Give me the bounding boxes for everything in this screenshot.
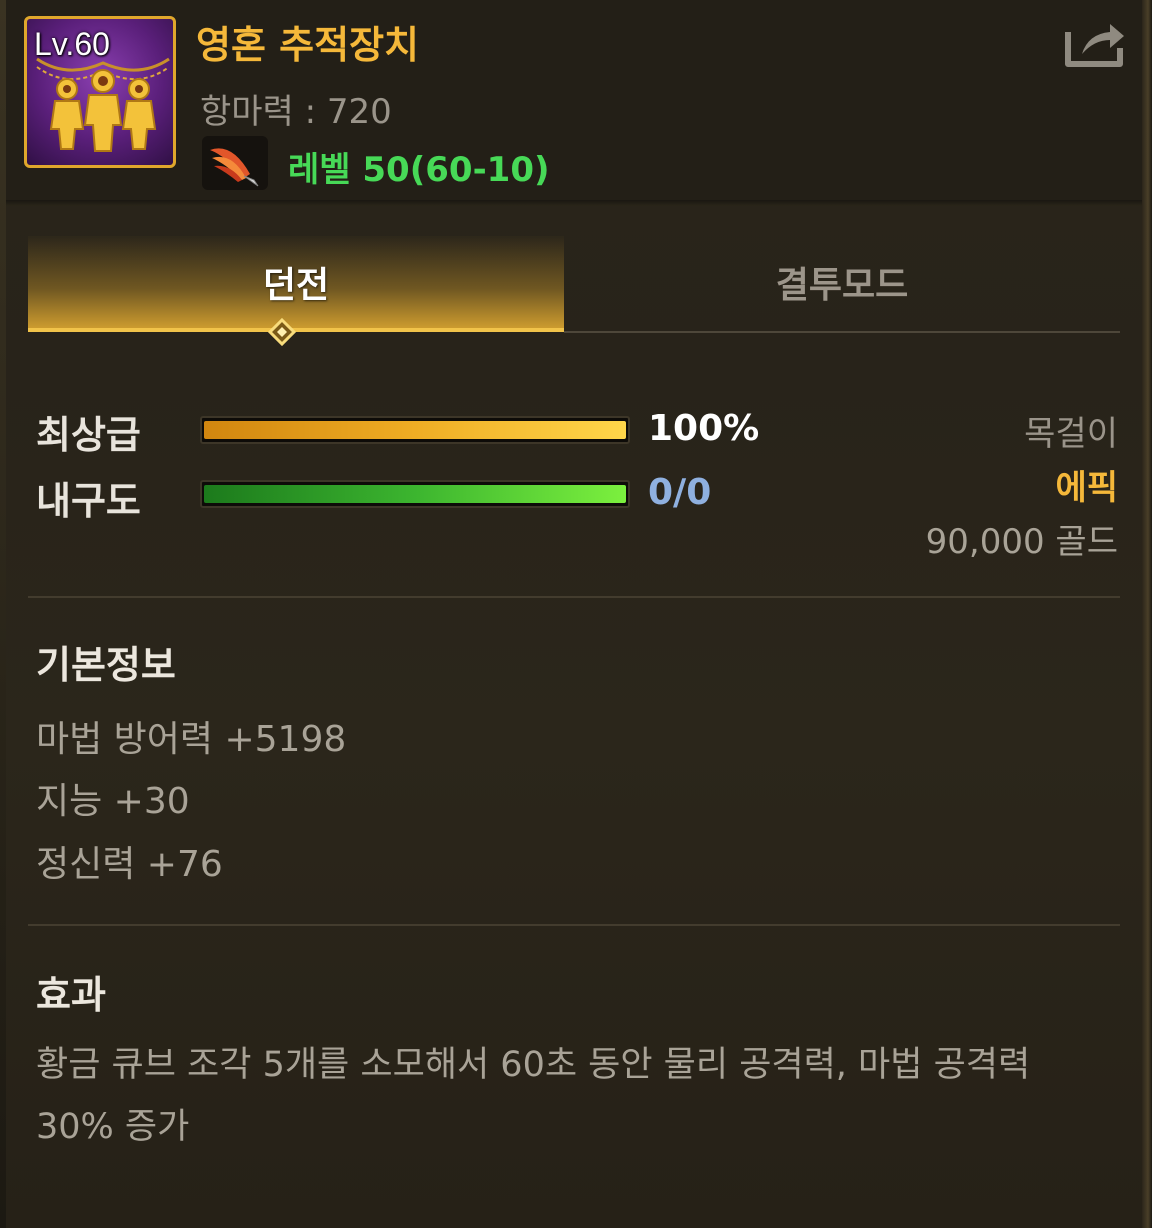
basic-info-line: 지능 +30 xyxy=(36,781,190,822)
grade-bar xyxy=(200,416,630,444)
item-header xyxy=(6,0,1142,200)
basic-info-line: 마법 방어력 +5198 xyxy=(36,719,347,760)
item-rarity: 에픽 xyxy=(1055,468,1118,508)
item-resist: 항마력 : 720 xyxy=(200,92,392,132)
level-requirement: 레벨 50(60-10) xyxy=(288,150,550,190)
basic-info-title: 기본정보 xyxy=(36,643,176,687)
grade-bar-fill xyxy=(204,421,626,439)
diamond-marker-icon xyxy=(267,317,297,347)
grade-label: 최상급 xyxy=(36,413,141,457)
tab-dungeon-underline xyxy=(28,328,564,332)
item-type: 목걸이 xyxy=(1024,414,1118,454)
section-divider xyxy=(28,924,1120,926)
durability-value: 0/0 xyxy=(648,472,712,513)
item-name: 영혼 추적장치 xyxy=(196,23,419,67)
item-price: 90,000 골드 xyxy=(925,522,1118,562)
share-export-icon[interactable] xyxy=(1062,18,1128,68)
durability-bar xyxy=(200,480,630,508)
section-divider xyxy=(28,596,1120,598)
item-tooltip-panel: Lv.60 영혼 추적장치 항마력 : 720 레벨 50(60-10) 던전 … xyxy=(0,0,1152,1228)
item-level-badge: Lv.60 xyxy=(34,26,110,62)
basic-info-line: 정신력 +76 xyxy=(36,844,223,885)
durability-label: 내구도 xyxy=(36,479,141,523)
header-divider xyxy=(6,200,1142,206)
mode-tabs: 던전 결투모드 xyxy=(28,236,1120,347)
tab-divider-line xyxy=(564,331,1120,333)
grade-value: 100% xyxy=(648,408,760,449)
durability-bar-fill xyxy=(204,485,626,503)
effect-title: 효과 xyxy=(36,973,106,1017)
tab-dungeon-label[interactable]: 던전 xyxy=(28,256,564,308)
tab-duel-mode[interactable]: 결투모드 xyxy=(564,256,1120,308)
feather-quill-icon xyxy=(202,136,268,190)
effect-description: 황금 큐브 조각 5개를 소모해서 60초 동안 물리 공격력, 마법 공격력 … xyxy=(36,1045,1031,1147)
